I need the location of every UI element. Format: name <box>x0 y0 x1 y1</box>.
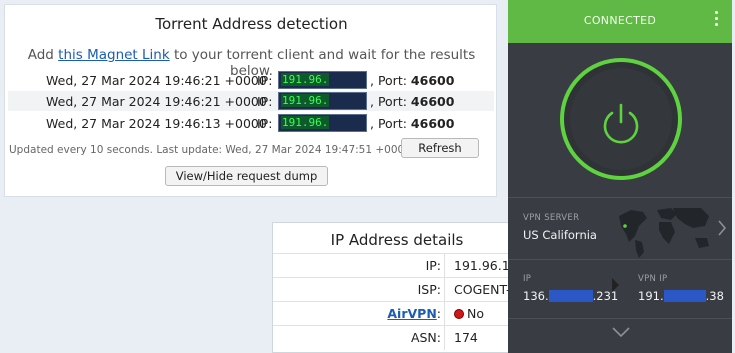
divider <box>508 197 732 198</box>
vpn-server-value[interactable]: US California <box>523 228 597 242</box>
vpn-ip-label: VPN IP <box>638 274 668 284</box>
redacted-bar <box>663 290 706 302</box>
result-date: Wed, 27 Mar 2024 19:46:21 +0000 <box>46 73 267 88</box>
torrent-result-row: Wed, 27 Mar 2024 19:46:13 +0000 IP: 191.… <box>8 113 494 133</box>
result-ip: 191.96. <box>281 116 330 129</box>
arrow-right-icon <box>612 278 619 292</box>
airvpn-link[interactable]: AirVPN <box>387 306 436 321</box>
magnet-link[interactable]: this Magnet Link <box>58 47 170 63</box>
result-date: Wed, 27 Mar 2024 19:46:13 +0000 <box>46 116 267 131</box>
vpn-client-window: CONNECTED VPN SERVER US California IP 13… <box>508 0 732 353</box>
vpn-status-bar: CONNECTED <box>508 0 732 43</box>
ip-label: IP <box>523 274 532 284</box>
result-port: , Port: 46600 <box>370 73 454 88</box>
chevron-down-icon[interactable] <box>612 326 630 338</box>
result-port: , Port: 46600 <box>370 116 454 131</box>
result-port-value: 46600 <box>410 73 455 88</box>
result-ip-label: IP: <box>257 73 273 88</box>
ip-detail-key-airvpn: AirVPN: <box>387 306 441 321</box>
result-date: Wed, 27 Mar 2024 19:46:21 +0000 <box>46 94 267 109</box>
real-ip-value: 136. .231 <box>523 289 618 303</box>
ip-detail-key: IP: <box>425 258 441 273</box>
ip-detail-value: No <box>454 306 484 321</box>
result-ip: 191.96. <box>281 94 330 107</box>
vpn-ip-value: 191. .38 <box>638 289 724 303</box>
result-ip-label: IP: <box>257 94 273 109</box>
row-divider <box>444 326 445 350</box>
ip-detail-row: ISP: COGENT-1 <box>273 277 518 302</box>
chevron-right-icon[interactable] <box>717 220 727 236</box>
airvpn-status: No <box>467 306 484 321</box>
more-options-icon[interactable] <box>715 11 719 29</box>
result-ip-box: 191.96. <box>278 92 367 110</box>
ip-detail-value: 174 <box>454 330 478 345</box>
connection-status: CONNECTED <box>583 14 657 27</box>
world-map-icon <box>619 208 709 258</box>
result-port-value: 46600 <box>410 116 455 131</box>
vpn-server-label: VPN SERVER <box>523 213 580 223</box>
divider <box>508 318 732 319</box>
real-ip-prefix: 136. <box>523 289 549 303</box>
request-dump-toggle-button[interactable]: View/Hide request dump <box>165 166 328 186</box>
row-divider <box>444 302 445 326</box>
ip-detail-row: AirVPN: No <box>273 301 513 326</box>
result-port: , Port: 46600 <box>370 94 454 109</box>
last-update-text: Updated every 10 seconds. Last update: W… <box>9 144 415 156</box>
row-divider <box>444 278 445 302</box>
torrent-result-row: Wed, 27 Mar 2024 19:46:21 +0000 IP: 191.… <box>8 91 494 111</box>
torrent-detection-panel: Torrent Address detection Add this Magne… <box>4 4 497 197</box>
refresh-button[interactable]: Refresh <box>401 138 479 158</box>
result-port-label: , Port: <box>370 94 411 109</box>
power-icon <box>603 103 639 144</box>
result-port-label: , Port: <box>370 73 411 88</box>
ip-detail-row: IP: 191.96.10 <box>273 253 518 278</box>
ip-details-panel: IP Address details IP: 191.96.10 ISP: CO… <box>272 222 518 353</box>
ip-detail-key: ASN: <box>410 330 441 345</box>
result-ip: 191.96. <box>281 73 330 86</box>
divider <box>508 259 732 260</box>
row-divider <box>444 254 445 278</box>
redacted-bar <box>548 290 593 302</box>
result-ip-box: 191.96. <box>278 71 367 89</box>
power-button[interactable] <box>560 58 682 180</box>
red-status-dot-icon <box>454 309 464 319</box>
ip-details-title: IP Address details <box>330 231 464 249</box>
ip-detail-row: ASN: 174 <box>273 325 513 350</box>
ip-detail-key: ISP: <box>417 282 441 297</box>
result-port-label: , Port: <box>370 116 411 131</box>
vpn-ip-prefix: 191. <box>638 289 664 303</box>
vpn-ip-suffix: .38 <box>705 289 724 303</box>
result-ip-box: 191.96. <box>278 114 367 132</box>
result-ip-label: IP: <box>257 116 273 131</box>
torrent-result-row: Wed, 27 Mar 2024 19:46:21 +0000 IP: 191.… <box>8 70 494 90</box>
intro-prefix: Add <box>27 47 59 63</box>
result-port-value: 46600 <box>410 94 455 109</box>
torrent-panel-title: Torrent Address detection <box>155 15 348 33</box>
